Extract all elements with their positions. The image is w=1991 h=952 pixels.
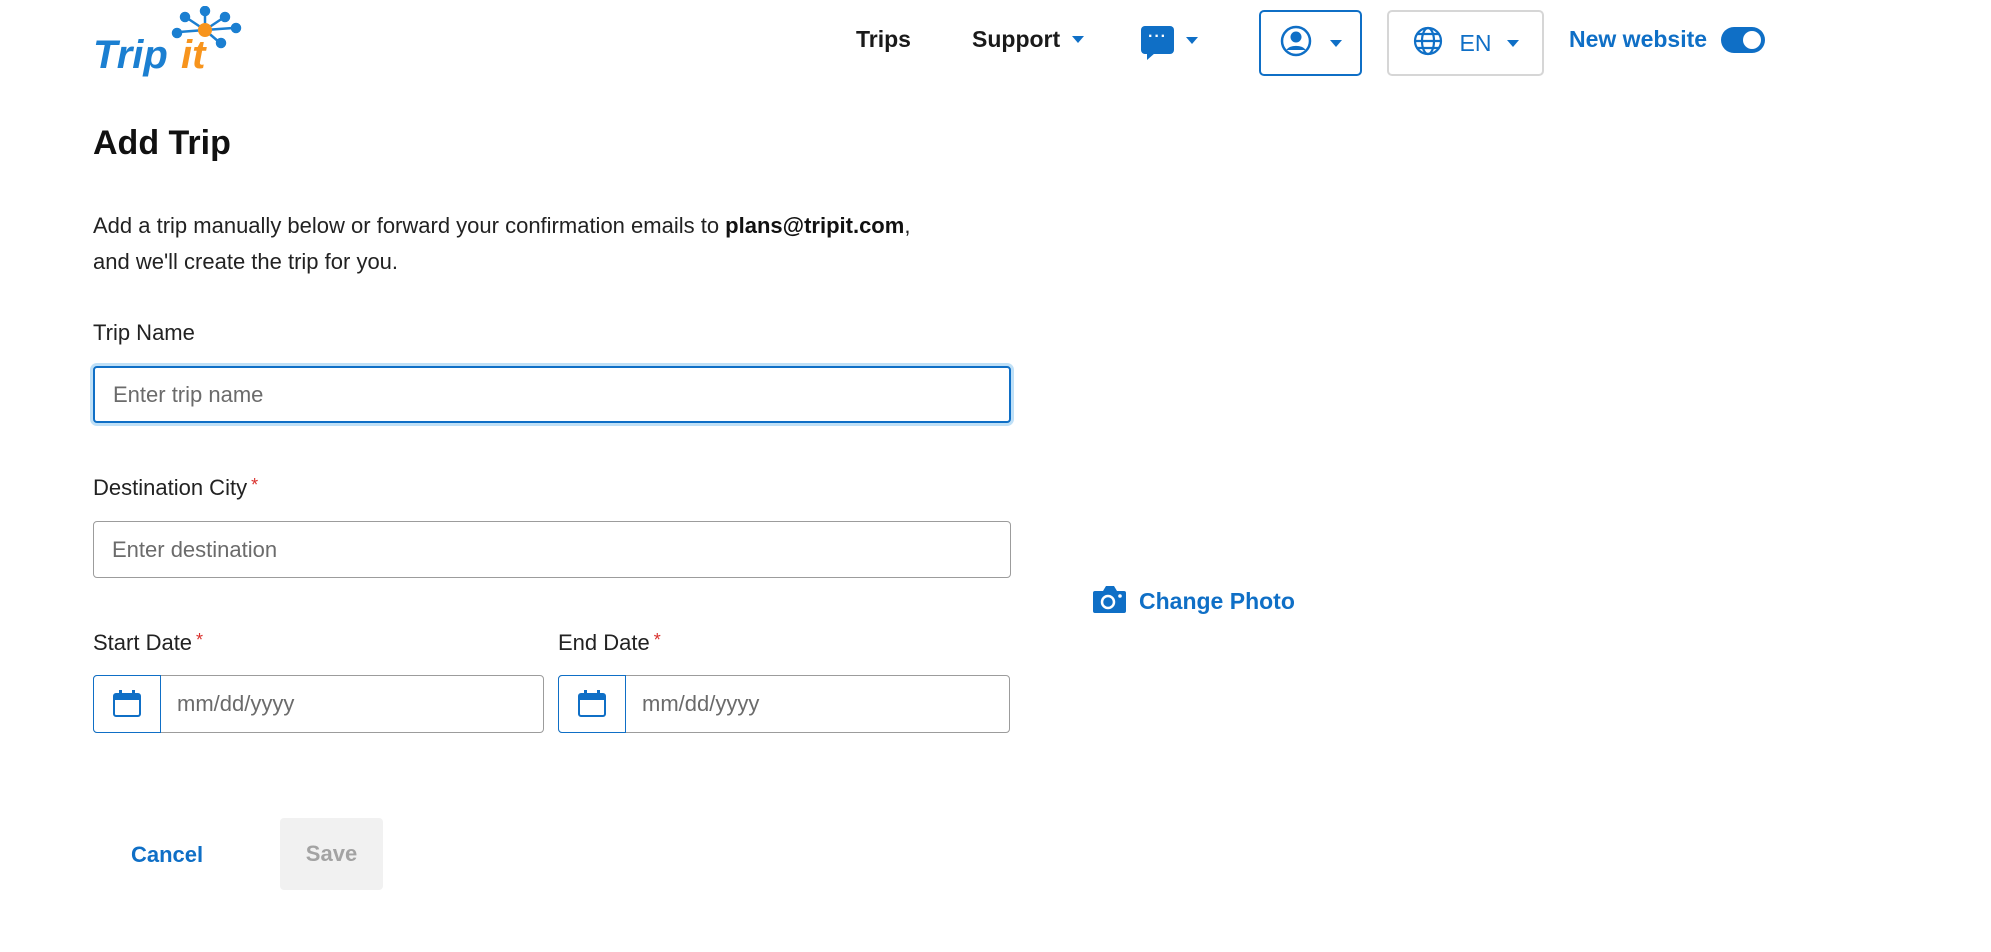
required-mark: * [196, 630, 204, 650]
globe-icon [1412, 25, 1444, 62]
end-date-input[interactable] [626, 676, 1009, 732]
language-code: EN [1459, 29, 1492, 56]
required-mark: * [653, 630, 661, 650]
start-date-label: Start Date * [93, 630, 203, 656]
chevron-down-icon [1329, 39, 1342, 47]
cancel-button[interactable]: Cancel [131, 842, 203, 868]
intro-text-start: Add a trip manually below or forward you… [93, 213, 726, 238]
intro-text: Add a trip manually below or forward you… [93, 208, 1013, 280]
user-avatar-icon [1280, 25, 1312, 62]
change-photo-button[interactable]: Change Photo [1092, 584, 1295, 619]
end-date-field [558, 675, 1010, 733]
required-mark: * [251, 475, 259, 495]
page-title: Add Trip [93, 124, 231, 162]
intro-email: plans@tripit.com [725, 213, 905, 238]
messages-menu[interactable]: ··· [1141, 26, 1198, 60]
start-date-picker-button[interactable] [93, 675, 161, 733]
nav-support-label: Support [972, 26, 1061, 52]
start-date-field [93, 675, 544, 733]
end-date-label-text: End Date [558, 630, 650, 655]
new-website-label: New website [1569, 26, 1708, 52]
save-button[interactable]: Save [280, 818, 383, 890]
tripit-logo[interactable]: Trip it [93, 5, 245, 78]
intro-text-comma: , [904, 213, 911, 238]
start-date-label-text: Start Date [93, 630, 193, 655]
destination-label-text: Destination City [93, 475, 248, 500]
chevron-down-icon [1507, 39, 1520, 47]
chevron-down-icon [1072, 36, 1085, 43]
destination-label: Destination City * [93, 475, 258, 501]
nav-support[interactable]: Support [972, 26, 1085, 53]
profile-menu-button[interactable] [1259, 10, 1362, 76]
svg-text:it: it [181, 33, 207, 77]
start-date-input[interactable] [161, 676, 543, 732]
camera-icon [1092, 584, 1127, 619]
nav-trips[interactable]: Trips [856, 26, 911, 53]
calendar-icon [578, 690, 606, 717]
destination-input[interactable] [93, 521, 1011, 578]
intro-text-line2: and we'll create the trip for you. [93, 249, 399, 274]
end-date-picker-button[interactable] [558, 675, 626, 733]
new-website-switch[interactable]: New website [1569, 26, 1766, 53]
chevron-down-icon [1186, 36, 1198, 44]
trip-name-label: Trip Name [93, 320, 195, 345]
language-selector[interactable]: EN [1387, 10, 1544, 76]
new-website-toggle[interactable] [1721, 26, 1766, 53]
chat-icon: ··· [1141, 26, 1174, 60]
end-date-label: End Date * [558, 630, 661, 656]
trip-name-input[interactable] [93, 366, 1011, 423]
change-photo-label: Change Photo [1139, 588, 1295, 614]
calendar-icon [113, 690, 141, 717]
svg-text:Trip: Trip [93, 33, 168, 77]
